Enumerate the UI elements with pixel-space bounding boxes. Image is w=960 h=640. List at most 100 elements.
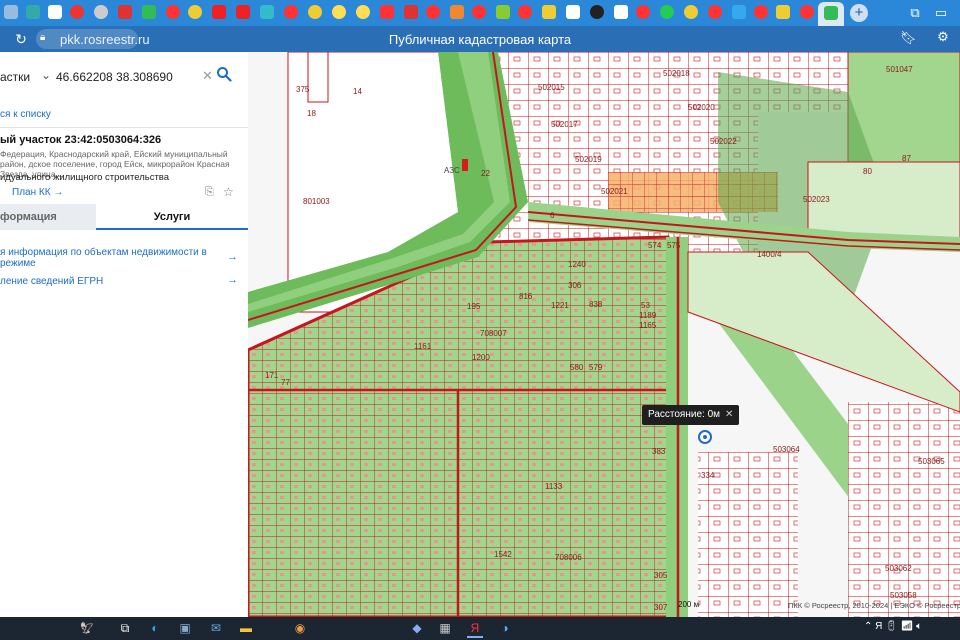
store-icon[interactable]: ▣ bbox=[177, 620, 193, 636]
map-copyright: ПКК © Росреестр, 2010-2024 | ЕЭКО © Роср… bbox=[788, 601, 960, 610]
tab-favicon[interactable] bbox=[188, 5, 202, 19]
tab-favicon[interactable] bbox=[332, 5, 346, 19]
tab-favicon[interactable] bbox=[26, 5, 40, 19]
yandex-browser-icon[interactable]: Я bbox=[467, 620, 483, 638]
distance-label: Расстояние: 0м bbox=[648, 409, 721, 420]
active-tab[interactable] bbox=[818, 2, 844, 26]
new-tab-button[interactable]: + bbox=[850, 4, 868, 22]
tab-favicon[interactable] bbox=[590, 5, 604, 19]
tab-favicon[interactable] bbox=[472, 5, 486, 19]
map-label: 816 bbox=[519, 292, 533, 301]
calculator-icon[interactable]: ▦ bbox=[437, 620, 453, 636]
tab-favicon[interactable] bbox=[236, 5, 250, 19]
tab-favicon[interactable] bbox=[660, 5, 674, 19]
tab-favicon[interactable] bbox=[166, 5, 180, 19]
map-label: 6 bbox=[550, 211, 555, 220]
tab-favicon[interactable] bbox=[732, 5, 746, 19]
close-icon[interactable]: ✕ bbox=[725, 409, 733, 420]
search-icon[interactable] bbox=[216, 66, 232, 82]
chrome-icon[interactable]: ◉ bbox=[292, 620, 308, 636]
map-canvas[interactable]: 501047 502018 502015 502020 502017 50202… bbox=[248, 52, 960, 617]
map-label: 22 bbox=[481, 169, 490, 178]
map-label: 708006 bbox=[555, 553, 582, 562]
service-link-egrn[interactable]: ление сведений ЕГРН bbox=[0, 276, 240, 287]
map-label: 171 bbox=[265, 371, 279, 380]
tab-favicon[interactable] bbox=[426, 5, 440, 19]
tab-favicon[interactable] bbox=[212, 5, 226, 19]
mail-icon[interactable]: ✉ bbox=[208, 620, 224, 636]
tab-favicon[interactable] bbox=[450, 5, 464, 19]
tab-information[interactable]: формация bbox=[0, 204, 96, 230]
tab-favicon[interactable] bbox=[94, 5, 108, 19]
tab-favicon[interactable] bbox=[404, 5, 418, 19]
sidebar-panel: астки ⌄ ✕ ся к списку ый участок 23:42:0… bbox=[0, 52, 249, 617]
task-view-icon[interactable]: ⧉ bbox=[117, 620, 133, 636]
cadastral-map[interactable]: 501047 502018 502015 502020 502017 50202… bbox=[248, 52, 960, 617]
location-marker-icon[interactable] bbox=[698, 430, 712, 444]
extension-icon[interactable]: ⚙ bbox=[934, 29, 952, 47]
edge-browser-icon[interactable]: ◐ bbox=[147, 620, 163, 636]
chevron-down-icon[interactable]: ⌄ bbox=[41, 68, 51, 82]
tab-favicon[interactable] bbox=[4, 5, 18, 19]
tab-favicon[interactable] bbox=[496, 5, 510, 19]
minimize-window-icon[interactable]: ▭ bbox=[932, 4, 950, 22]
search-input[interactable] bbox=[56, 67, 196, 87]
tab-favicon[interactable] bbox=[284, 5, 298, 19]
tab-favicon[interactable] bbox=[70, 5, 84, 19]
plan-kk-link[interactable]: План КК → bbox=[12, 187, 63, 198]
back-to-list-link[interactable]: ся к списку bbox=[0, 109, 51, 120]
map-label: 307 bbox=[654, 603, 668, 612]
map-label: 334 bbox=[701, 471, 715, 480]
tab-favicon[interactable] bbox=[800, 5, 814, 19]
tab-favicon[interactable] bbox=[308, 5, 322, 19]
tab-favicon[interactable] bbox=[636, 5, 650, 19]
tab-favicon[interactable] bbox=[542, 5, 556, 19]
clear-icon[interactable]: ✕ bbox=[202, 68, 213, 84]
map-label: 87 bbox=[902, 154, 911, 163]
tab-favicon[interactable] bbox=[118, 5, 132, 19]
explorer-folder-icon[interactable]: ▬ bbox=[238, 620, 254, 636]
map-label: 503065 bbox=[918, 457, 945, 466]
gas-station-icon bbox=[462, 159, 468, 171]
tab-services[interactable]: Услуги bbox=[96, 204, 248, 230]
tab-favicon[interactable] bbox=[142, 5, 156, 19]
parcel-title: ый участок 23:42:0503064:326 bbox=[0, 134, 162, 146]
search-type-select[interactable]: астки bbox=[0, 70, 30, 84]
tab-favicon[interactable] bbox=[380, 5, 394, 19]
app-icon[interactable]: ◑ bbox=[497, 620, 513, 636]
address-bar: ↻ 🔒︎ pkk.rosreestr.ru Публичная кадастро… bbox=[0, 26, 960, 52]
tab-actions-icon[interactable]: ⧉ bbox=[906, 4, 924, 22]
map-label: 502019 bbox=[575, 155, 602, 164]
tab-favicon[interactable] bbox=[776, 5, 790, 19]
app-icon[interactable]: ◆ bbox=[409, 620, 425, 636]
tab-favicon[interactable] bbox=[566, 5, 580, 19]
divider bbox=[0, 127, 248, 128]
arrow-right-icon[interactable]: → bbox=[227, 251, 238, 263]
start-logo-icon[interactable]: 🦅︎ bbox=[70, 620, 104, 636]
tab-favicon bbox=[824, 6, 838, 20]
tab-favicon[interactable] bbox=[684, 5, 698, 19]
tab-favicon[interactable] bbox=[48, 5, 62, 19]
tab-favicon[interactable] bbox=[260, 5, 274, 19]
service-link-realtime-info[interactable]: я информация по объектам недвижимости в … bbox=[0, 247, 240, 269]
page-title: Публичная кадастровая карта bbox=[388, 32, 572, 47]
tab-favicon[interactable] bbox=[708, 5, 722, 19]
arrow-right-icon[interactable]: → bbox=[227, 274, 238, 286]
tab-favicon[interactable] bbox=[614, 5, 628, 19]
map-label: 579 bbox=[589, 363, 603, 372]
map-label: 502022 bbox=[710, 137, 737, 146]
map-label: 1240 bbox=[568, 260, 586, 269]
map-label: 580 bbox=[570, 363, 584, 372]
copy-icon[interactable]: ⎘ bbox=[205, 186, 214, 199]
map-label: 838 bbox=[589, 300, 603, 309]
tab-favicon[interactable] bbox=[754, 5, 768, 19]
map-label: 502015 bbox=[538, 83, 565, 92]
favorite-star-icon[interactable]: ☆ bbox=[223, 185, 234, 199]
bookmark-icon[interactable]: 🔖︎ bbox=[900, 30, 917, 46]
map-label: 383 bbox=[652, 447, 666, 456]
system-tray[interactable]: ⌃ Я 🔋︎ 📶︎ 🔈︎ bbox=[864, 621, 922, 632]
tab-favicon[interactable] bbox=[518, 5, 532, 19]
map-label: 1161 bbox=[414, 342, 432, 351]
map-label: 574 bbox=[648, 241, 662, 250]
tab-favicon[interactable] bbox=[356, 5, 370, 19]
